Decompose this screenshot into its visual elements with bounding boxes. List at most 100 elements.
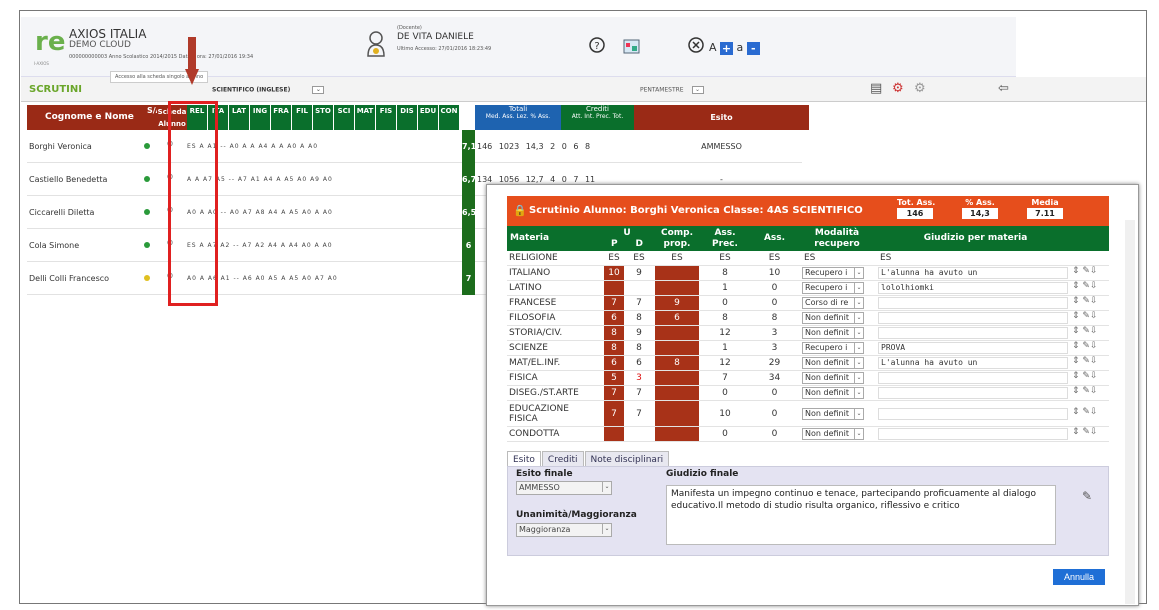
voto-d[interactable] bbox=[629, 281, 649, 295]
giudizio-materia-input[interactable] bbox=[878, 428, 1068, 440]
comp-prop[interactable]: 8 bbox=[655, 356, 699, 370]
download-arrow-icon[interactable]: ⇩ bbox=[1090, 341, 1098, 351]
comp-prop[interactable]: 6 bbox=[655, 311, 699, 325]
modalita-recupero-select[interactable]: Non definit ⌄ bbox=[802, 372, 864, 384]
comp-prop[interactable] bbox=[655, 281, 699, 295]
modalita-recupero-select[interactable]: Non definit ⌄ bbox=[802, 357, 864, 369]
download-arrow-icon[interactable]: ⇩ bbox=[1090, 266, 1098, 276]
back-arrow-icon[interactable]: ⇦ bbox=[998, 81, 1009, 96]
modalita-recupero-select[interactable]: Recupero i ⌄ bbox=[802, 267, 864, 279]
font-decrease-button[interactable]: - bbox=[746, 41, 760, 55]
voto-d[interactable]: 3 bbox=[629, 371, 649, 385]
student-name[interactable]: Castiello Benedetta bbox=[27, 163, 142, 196]
edit-pencil-icon[interactable]: ✎ bbox=[1082, 296, 1090, 306]
voto-d[interactable]: 7 bbox=[629, 401, 649, 426]
edit-pencil-icon[interactable]: ✎ bbox=[1082, 407, 1090, 417]
download-arrow-icon[interactable]: ⇩ bbox=[1090, 407, 1098, 417]
voto-d[interactable]: 9 bbox=[629, 326, 649, 340]
edit-pencil-icon[interactable]: ✎ bbox=[1082, 489, 1092, 503]
voto-p[interactable]: ES bbox=[604, 251, 624, 265]
document-icon[interactable]: ▤ bbox=[870, 81, 882, 96]
voto-p[interactable] bbox=[604, 427, 624, 441]
giudizio-finale-textarea[interactable]: Manifesta un impegno continuo e tenace, … bbox=[666, 485, 1056, 545]
voto-d[interactable]: ES bbox=[629, 251, 649, 265]
download-arrow-icon[interactable]: ⇩ bbox=[1090, 281, 1098, 291]
voto-p[interactable]: 10 bbox=[604, 266, 624, 280]
comp-prop[interactable] bbox=[655, 401, 699, 426]
giudizio-materia-input[interactable]: lololhiomki bbox=[878, 282, 1068, 294]
modalita-recupero-select[interactable]: Non definit ⌄ bbox=[802, 428, 864, 440]
modalita-recupero-select[interactable]: Non definit ⌄ bbox=[802, 408, 864, 420]
giudizio-materia-input[interactable]: L'alunna ha avuto un bbox=[878, 357, 1068, 369]
edit-pencil-icon[interactable]: ✎ bbox=[1082, 266, 1090, 276]
download-arrow-icon[interactable]: ⇩ bbox=[1090, 356, 1098, 366]
voto-p[interactable]: 5 bbox=[604, 371, 624, 385]
edit-pencil-icon[interactable]: ✎ bbox=[1082, 341, 1090, 351]
edit-pencil-icon[interactable]: ✎ bbox=[1082, 371, 1090, 381]
download-arrow-icon[interactable]: ⇩ bbox=[1090, 427, 1098, 437]
comp-prop[interactable] bbox=[655, 427, 699, 441]
comp-prop[interactable]: 9 bbox=[655, 296, 699, 310]
chevron-down-icon[interactable]: ⌄ bbox=[691, 86, 704, 94]
voto-p[interactable]: 7 bbox=[604, 386, 624, 400]
modalita-recupero-select[interactable]: Corso di re ⌄ bbox=[802, 297, 864, 309]
voto-d[interactable]: 7 bbox=[629, 296, 649, 310]
calendar-icon[interactable] bbox=[623, 37, 641, 59]
voto-d[interactable]: 7 bbox=[629, 386, 649, 400]
voto-p[interactable] bbox=[604, 281, 624, 295]
voto-d[interactable]: 8 bbox=[629, 341, 649, 355]
comp-prop[interactable] bbox=[655, 326, 699, 340]
spin-icon[interactable]: ⇕ bbox=[1072, 296, 1082, 306]
unanimita-select[interactable]: Maggioranza ⌄ bbox=[516, 523, 612, 537]
giudizio-materia-input[interactable]: PROVA bbox=[878, 342, 1068, 354]
modalita-recupero-select[interactable]: Non definit ⌄ bbox=[802, 312, 864, 324]
download-arrow-icon[interactable]: ⇩ bbox=[1090, 326, 1098, 336]
edit-pencil-icon[interactable]: ✎ bbox=[1082, 386, 1090, 396]
voto-p[interactable]: 7 bbox=[604, 401, 624, 426]
chevron-down-icon[interactable]: ⌄ bbox=[312, 86, 325, 94]
modalita-recupero-select[interactable]: Non definit ⌄ bbox=[802, 387, 864, 399]
download-arrow-icon[interactable]: ⇩ bbox=[1090, 386, 1098, 396]
edit-pencil-icon[interactable]: ✎ bbox=[1082, 281, 1090, 291]
gear-icon[interactable]: ⚙ bbox=[914, 81, 926, 96]
edit-pencil-icon[interactable]: ✎ bbox=[1082, 356, 1090, 366]
voto-d[interactable] bbox=[629, 427, 649, 441]
voto-d[interactable]: 9 bbox=[629, 266, 649, 280]
voto-p[interactable]: 8 bbox=[604, 341, 624, 355]
modalita-recupero-select[interactable]: Recupero i ⌄ bbox=[802, 342, 864, 354]
voto-p[interactable]: 7 bbox=[604, 296, 624, 310]
student-name[interactable]: Ciccarelli Diletta bbox=[27, 196, 142, 229]
edit-pencil-icon[interactable]: ✎ bbox=[1082, 326, 1090, 336]
giudizio-materia-input[interactable]: L'alunna ha avuto un bbox=[878, 267, 1068, 279]
giudizio-materia-input[interactable] bbox=[878, 312, 1068, 324]
comp-prop[interactable] bbox=[655, 341, 699, 355]
spin-icon[interactable]: ⇕ bbox=[1072, 427, 1082, 437]
voto-d[interactable]: 6 bbox=[629, 356, 649, 370]
voto-p[interactable]: 6 bbox=[604, 311, 624, 325]
help-icon[interactable]: ? bbox=[589, 37, 605, 57]
spin-icon[interactable]: ⇕ bbox=[1072, 326, 1082, 336]
spin-icon[interactable]: ⇕ bbox=[1072, 356, 1082, 366]
student-name[interactable]: Cola Simone bbox=[27, 229, 142, 262]
download-arrow-icon[interactable]: ⇩ bbox=[1090, 296, 1098, 306]
spin-icon[interactable]: ⇕ bbox=[1072, 386, 1082, 396]
modalita-recupero-select[interactable]: Non definit ⌄ bbox=[802, 327, 864, 339]
student-row[interactable]: Borghi Veronica ES A A1 -- A0 A A A4 A A … bbox=[27, 130, 802, 163]
edit-pencil-icon[interactable]: ✎ bbox=[1082, 311, 1090, 321]
giudizio-materia-input[interactable] bbox=[878, 327, 1068, 339]
comp-prop[interactable] bbox=[655, 386, 699, 400]
giudizio-materia-input[interactable] bbox=[878, 387, 1068, 399]
comp-prop[interactable]: ES bbox=[655, 251, 699, 265]
edit-pencil-icon[interactable]: ✎ bbox=[1082, 427, 1090, 437]
spin-icon[interactable]: ⇕ bbox=[1072, 311, 1082, 321]
download-arrow-icon[interactable]: ⇩ bbox=[1090, 311, 1098, 321]
comp-prop[interactable] bbox=[655, 266, 699, 280]
modalita-recupero-select[interactable]: Recupero i ⌄ bbox=[802, 282, 864, 294]
annulla-button[interactable]: Annulla bbox=[1053, 569, 1105, 585]
voto-p[interactable]: 6 bbox=[604, 356, 624, 370]
giudizio-materia-input[interactable] bbox=[878, 297, 1068, 309]
font-increase-button[interactable]: + bbox=[720, 41, 734, 55]
class-select[interactable]: SCIENTIFICO (INGLESE) ⌄ bbox=[212, 86, 325, 94]
spin-icon[interactable]: ⇕ bbox=[1072, 371, 1082, 381]
comp-prop[interactable] bbox=[655, 371, 699, 385]
